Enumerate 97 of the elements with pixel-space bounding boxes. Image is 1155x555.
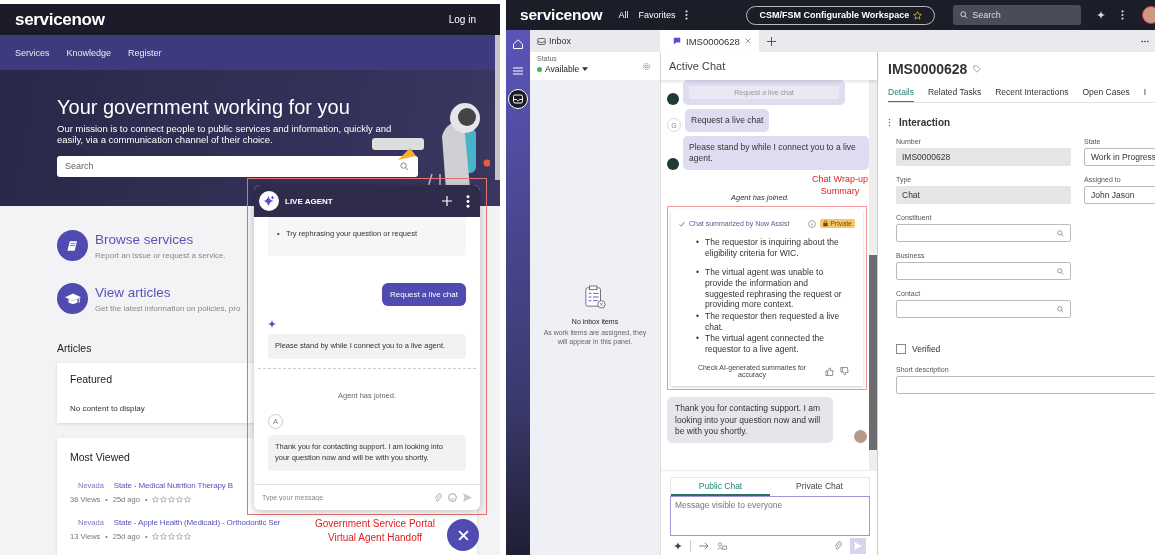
empty-message: No content to display <box>70 404 146 413</box>
sparkle-icon <box>268 320 276 328</box>
quick-link-title[interactable]: Browse services <box>95 231 226 247</box>
tag-icon[interactable] <box>973 65 982 73</box>
inbox-icon[interactable] <box>508 89 528 109</box>
close-icon[interactable] <box>744 38 751 44</box>
card-title: Most Viewed <box>70 451 130 463</box>
plus-icon[interactable] <box>442 196 452 206</box>
record-tab[interactable]: IMS0000628 <box>660 30 759 52</box>
detail-tab[interactable]: Related Tasks <box>928 85 982 102</box>
hero-title: Your government working for you <box>57 96 351 119</box>
article-link[interactable]: State - Medical Nutrition Therapy B <box>113 481 233 490</box>
check-icon <box>679 220 685 227</box>
more-icon[interactable] <box>1141 39 1149 43</box>
book-icon[interactable] <box>57 230 88 261</box>
annotation-text: Chat Wrap-up Summary <box>811 174 869 198</box>
paperclip-icon[interactable] <box>834 540 842 551</box>
inbox-icon <box>537 36 546 46</box>
agent-message: Thank you for contacting support. I am looking into your question now and will be with you shortly. <box>667 397 833 443</box>
record-title: IMS0000628 <box>888 61 968 77</box>
star-icon[interactable] <box>913 10 923 20</box>
scrollbar[interactable] <box>495 35 500 180</box>
status-dropdown[interactable]: Available <box>537 64 660 74</box>
section-heading: Articles <box>57 342 92 354</box>
summary-list: • The requestor is inquiring about the eligibility criteria for WIC. • The virtual agent was unable to provide the information and suggested rephrasing the request or providing more context. • The requestor then requested a live chat. • The virtual agent connected the requestor to a live agent. <box>679 237 855 355</box>
sparkle-icon[interactable] <box>1097 11 1106 19</box>
nav-link[interactable]: Register <box>128 47 162 58</box>
detail-tab[interactable]: Recent Interactions <box>995 85 1069 102</box>
user-message: Request a live chat <box>685 109 770 133</box>
thumbs-up-icon[interactable] <box>825 367 834 376</box>
bot-avatar <box>667 158 679 171</box>
bot-message: Please stand by while I connect you to a live agent. <box>683 136 869 171</box>
caret-icon <box>582 67 589 71</box>
hero-subtitle: Our mission is to connect people to public services and information, quickly and easily, via a communication channel of their choice. <box>57 123 393 146</box>
lock-icon <box>823 220 829 228</box>
chat-bubble-icon <box>673 37 681 45</box>
more-icon[interactable] <box>1121 10 1125 20</box>
annotation-text: Government Service Portal Virtual Agent Handoff <box>313 517 437 544</box>
verified-checkbox[interactable] <box>896 344 906 354</box>
people-icon[interactable] <box>717 541 727 550</box>
scrollbar[interactable] <box>869 255 877 450</box>
quick-link-title[interactable]: View articles <box>95 284 241 300</box>
nav-link[interactable]: Services <box>15 47 50 58</box>
send-icon <box>854 541 862 550</box>
detail-tab[interactable]: Details <box>888 85 914 102</box>
thumbs-down-icon[interactable] <box>840 367 849 376</box>
menu-item[interactable]: All <box>618 10 629 20</box>
emoji-icon[interactable] <box>448 493 457 502</box>
nav-link[interactable]: Knowledge <box>66 47 112 58</box>
search-field[interactable]: Search <box>57 155 418 177</box>
quick-link-description: Report an issue or request a service. <box>95 250 226 260</box>
lookup-field[interactable] <box>896 224 1071 242</box>
bot-avatar <box>667 93 679 106</box>
quick-link-description: Get the latest information on policies, pro <box>95 303 241 313</box>
search-icon <box>1057 305 1064 313</box>
message-field[interactable]: Message visible to everyone <box>670 496 870 537</box>
clipboard-icon <box>584 285 606 309</box>
add-tab-icon[interactable] <box>766 36 776 46</box>
lookup-field[interactable] <box>896 262 1071 280</box>
readonly-field: Chat <box>896 186 1071 204</box>
lookup-field[interactable] <box>896 300 1071 318</box>
search-icon <box>1057 267 1064 275</box>
search-icon <box>400 161 409 171</box>
input-field[interactable]: Work in Progress <box>1084 148 1155 166</box>
more-icon[interactable] <box>685 10 689 20</box>
input-field[interactable] <box>896 376 1155 394</box>
arrow-icon[interactable] <box>699 541 709 550</box>
panel-title: Active Chat <box>669 60 726 72</box>
chat-title: LIVE AGENT <box>285 196 334 206</box>
checkbox-label: Verified <box>912 344 941 354</box>
inbox-tab[interactable]: Inbox <box>530 30 660 52</box>
detail-tab[interactable]: I <box>1143 85 1147 102</box>
brand-logo[interactable]: servicenow <box>520 6 603 24</box>
search-icon <box>1057 229 1064 237</box>
info-icon[interactable] <box>808 219 817 228</box>
request-chat-button[interactable]: Request a live chat <box>381 283 466 306</box>
menu-item[interactable]: Favorites <box>638 10 676 20</box>
sparkle-icon <box>259 191 279 211</box>
settings-icon[interactable] <box>642 62 651 71</box>
section-title: Interaction <box>899 117 951 128</box>
composer-tab[interactable]: Private Chat <box>770 478 869 496</box>
card-title: Featured <box>70 373 113 385</box>
sparkle-icon[interactable] <box>674 541 682 550</box>
graduation-cap-icon[interactable] <box>57 283 88 314</box>
readonly-field: IMS0000628 <box>896 148 1071 166</box>
user-avatar[interactable] <box>1142 6 1155 24</box>
login-link[interactable]: Log in <box>448 14 476 25</box>
input-field[interactable]: John Jason <box>1084 186 1155 204</box>
article-link[interactable]: State - Apple Health (Medicaid) - Orthodontic Ser <box>113 518 281 527</box>
send-icon[interactable] <box>463 493 472 502</box>
detail-tab[interactable]: Open Cases <box>1082 85 1130 102</box>
paperclip-icon[interactable] <box>434 492 442 503</box>
more-icon[interactable] <box>466 194 470 208</box>
close-icon <box>457 529 469 541</box>
agent-avatar <box>854 429 867 443</box>
brand-logo[interactable]: servicenow <box>15 9 105 30</box>
search-field[interactable]: Search <box>953 5 1082 25</box>
